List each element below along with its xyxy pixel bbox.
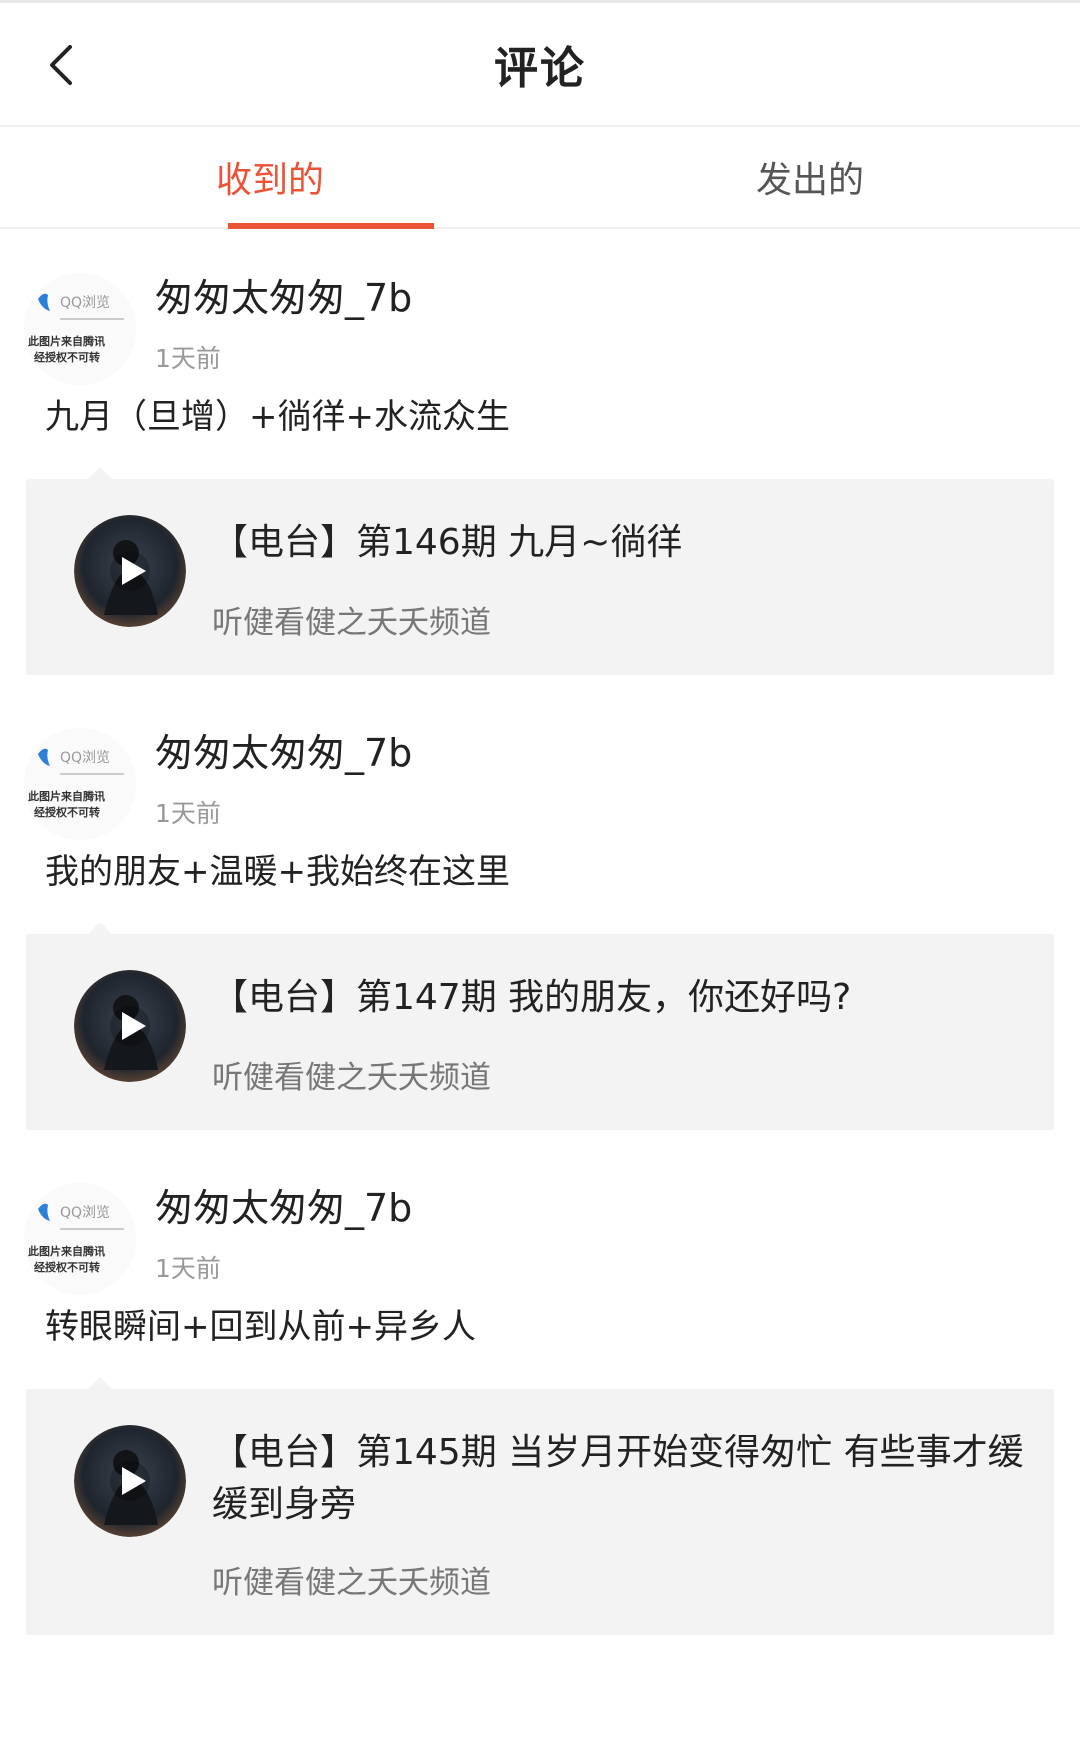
tab-received[interactable]: 收到的 — [0, 127, 540, 227]
channel-name: 听健看健之夭夭频道 — [212, 1060, 491, 1096]
username[interactable]: 匆匆太匆匆_7b — [155, 1177, 412, 1232]
comment-text: 九月（旦增）+徜徉+水流众生 — [45, 397, 510, 437]
avatar[interactable]: QQ浏览 此图片来自腾讯 经授权不可转 — [24, 728, 136, 840]
avatar-image: QQ浏览 此图片来自腾讯 经授权不可转 — [24, 728, 136, 840]
comment-item: QQ浏览 此图片来自腾讯 经授权不可转 匆匆太匆匆_7b 1天前 九月（旦增）+… — [0, 229, 1080, 734]
episode-thumbnail[interactable] — [74, 1425, 186, 1537]
episode-thumbnail[interactable] — [74, 515, 186, 627]
tab-bar: 收到的 发出的 — [0, 127, 1080, 229]
episode-title: 【电台】第145期 当岁月开始变得匆忙 有些事才缓缓到身旁 — [212, 1432, 1024, 1525]
comment-item: QQ浏览 此图片来自腾讯 经授权不可转 匆匆太匆匆_7b 1天前 转眼瞬间+回到… — [0, 1139, 1080, 1644]
username[interactable]: 匆匆太匆匆_7b — [155, 722, 412, 777]
avatar-caption-line1: 此图片来自腾讯 — [28, 789, 105, 803]
timestamp: 1天前 — [155, 344, 221, 373]
play-icon — [74, 970, 186, 1082]
avatar[interactable]: QQ浏览 此图片来自腾讯 经授权不可转 — [24, 1183, 136, 1295]
avatar-brand-text: QQ浏览 — [60, 1205, 110, 1221]
avatar-caption-line2: 经授权不可转 — [34, 350, 100, 364]
avatar-image: QQ浏览 此图片来自腾讯 经授权不可转 — [24, 1183, 136, 1295]
username[interactable]: 匆匆太匆匆_7b — [155, 267, 412, 322]
episode-title: 【电台】第146期 九月~徜徉 — [212, 522, 683, 563]
tab-sent[interactable]: 发出的 — [540, 127, 1080, 227]
play-icon — [74, 1425, 186, 1537]
comment-text: 转眼瞬间+回到从前+异乡人 — [45, 1307, 476, 1347]
avatar-caption-line2: 经授权不可转 — [34, 1260, 100, 1274]
avatar-brand-text: QQ浏览 — [60, 295, 110, 311]
page-title: 评论 — [494, 43, 586, 94]
avatar-caption-line2: 经授权不可转 — [34, 805, 100, 819]
nav-header: 评论 — [0, 3, 1080, 127]
comment-item: QQ浏览 此图片来自腾讯 经授权不可转 匆匆太匆匆_7b 1天前 我的朋友+温暖… — [0, 684, 1080, 1189]
comment-text: 我的朋友+温暖+我始终在这里 — [45, 852, 510, 892]
back-button[interactable] — [36, 37, 86, 93]
avatar-caption-line1: 此图片来自腾讯 — [28, 334, 105, 348]
episode-title: 【电台】第147期 我的朋友，你还好吗? — [212, 977, 852, 1018]
avatar-image: QQ浏览 此图片来自腾讯 经授权不可转 — [24, 273, 136, 385]
play-icon — [74, 515, 186, 627]
timestamp: 1天前 — [155, 1254, 221, 1283]
channel-name: 听健看健之夭夭频道 — [212, 605, 491, 641]
channel-name: 听健看健之夭夭频道 — [212, 1565, 491, 1601]
radio-episode-card[interactable]: 【电台】第147期 我的朋友，你还好吗? 听健看健之夭夭频道 — [26, 922, 1054, 1130]
avatar[interactable]: QQ浏览 此图片来自腾讯 经授权不可转 — [24, 273, 136, 385]
episode-thumbnail[interactable] — [74, 970, 186, 1082]
timestamp: 1天前 — [155, 799, 221, 828]
chevron-left-icon — [50, 45, 72, 85]
avatar-brand-text: QQ浏览 — [60, 750, 110, 766]
radio-episode-card[interactable]: 【电台】第145期 当岁月开始变得匆忙 有些事才缓缓到身旁 听健看健之夭夭频道 — [26, 1377, 1054, 1635]
avatar-caption-line1: 此图片来自腾讯 — [28, 1244, 105, 1258]
radio-episode-card[interactable]: 【电台】第146期 九月~徜徉 听健看健之夭夭频道 — [26, 467, 1054, 675]
